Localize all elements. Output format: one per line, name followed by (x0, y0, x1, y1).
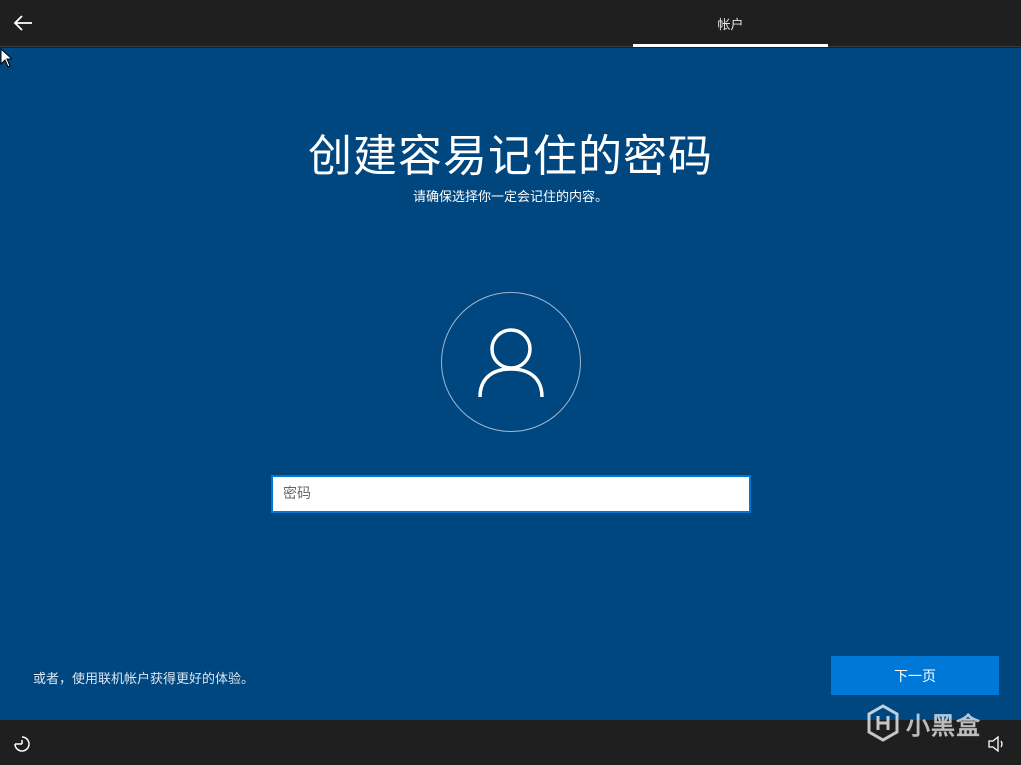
volume-icon[interactable] (988, 736, 1006, 752)
top-bar: 帐户 (0, 0, 1021, 47)
tab-account-label: 帐户 (717, 18, 744, 33)
main-panel: 创建容易记住的密码 请确保选择你一定会记住的内容。 或者，使用联机帐户获得更好的… (0, 48, 1021, 720)
watermark: 小黑盒 (866, 704, 981, 742)
xiaoheihe-logo-icon (867, 704, 899, 742)
ease-of-access-icon[interactable] (12, 734, 32, 754)
page-subtitle: 请确保选择你一定会记住的内容。 (412, 190, 608, 205)
tab-account[interactable]: 帐户 (633, 0, 828, 47)
page-title: 创建容易记住的密码 (308, 131, 713, 182)
tab-active-indicator (633, 44, 828, 47)
password-input[interactable] (271, 475, 751, 513)
back-button[interactable] (6, 6, 40, 40)
mouse-cursor-icon (0, 48, 12, 68)
avatar (441, 292, 581, 432)
arrow-left-icon (13, 15, 32, 31)
user-icon (478, 328, 544, 398)
watermark-text: 小黑盒 (906, 711, 981, 740)
next-button[interactable]: 下一页 (831, 656, 999, 695)
online-account-link[interactable]: 或者，使用联机帐户获得更好的体验。 (33, 668, 254, 687)
